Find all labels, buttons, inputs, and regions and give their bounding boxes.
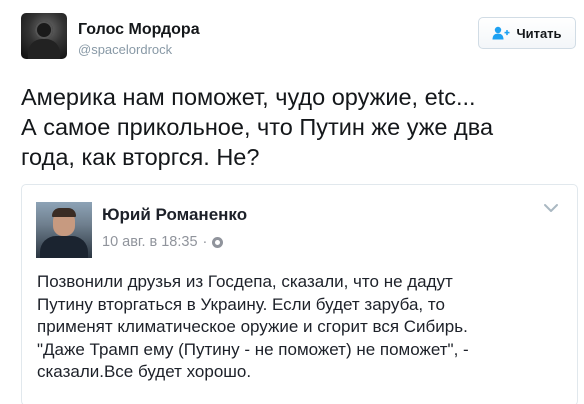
meta-separator: · (202, 234, 208, 250)
quoted-text-line: сказали.Все будет хорошо. (37, 362, 252, 381)
quoted-post-card[interactable]: Юрий Романенко 10 авг. в 18:35 · Позвони… (21, 184, 578, 404)
author-handle[interactable]: @spacelordrock (78, 42, 172, 58)
globe-icon (212, 236, 224, 248)
quoted-post-date[interactable]: 10 авг. в 18:35 (102, 233, 198, 251)
quoted-post-meta: 10 авг. в 18:35 · (102, 233, 224, 251)
follow-button[interactable]: Читать (478, 17, 576, 49)
follow-button-label: Читать (516, 25, 562, 41)
quoted-post-text: Позвонили друзья из Госдепа, сказали, чт… (37, 271, 567, 384)
author-avatar[interactable] (21, 13, 67, 59)
tweet-text-line: года, как вторгся. Не? (21, 144, 260, 170)
author-display-name[interactable]: Голос Мордора (78, 20, 200, 40)
quoted-author-name[interactable]: Юрий Романенко (102, 205, 247, 225)
avatar-hair-shape (52, 208, 76, 217)
avatar-head-shape (35, 21, 53, 39)
quoted-text-line: "Даже Трамп ему (Путину - не поможет) не… (37, 339, 469, 359)
avatar-shirt-shape (40, 236, 88, 258)
tweet-text-line: А самое прикольное, что Путин же уже два (21, 114, 494, 140)
follow-person-icon (492, 26, 510, 40)
chevron-down-icon[interactable] (543, 202, 559, 214)
quoted-text-line: Путину вторгаться в Украину. Если будет … (37, 294, 445, 314)
tweet-text: Америка нам поможет, чудо оружие, etc...… (21, 82, 571, 172)
quoted-text-line: применят климатическое оружие и сгорит в… (37, 317, 468, 336)
quoted-text-line: Позвонили друзья из Госдепа, сказали, чт… (37, 272, 453, 291)
tweet-text-line: Америка нам поможет, чудо оружие, etc... (21, 84, 476, 110)
quoted-author-avatar[interactable] (36, 202, 92, 258)
tweet-card: Голос Мордора @spacelordrock Читать Амер… (0, 0, 584, 404)
avatar-body-shape (28, 39, 60, 59)
